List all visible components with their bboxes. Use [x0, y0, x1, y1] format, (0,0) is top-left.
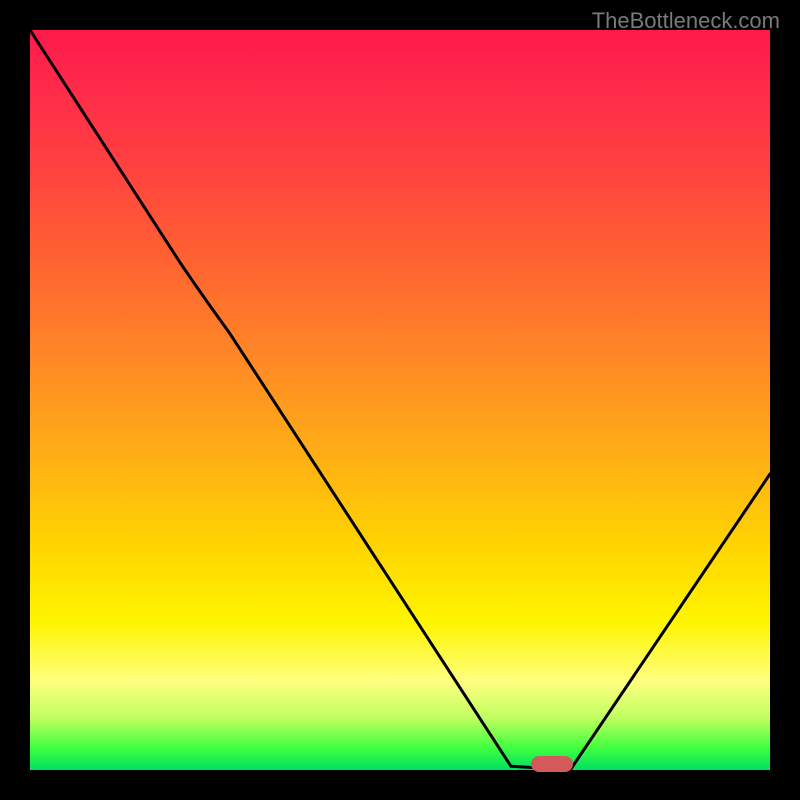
- optimal-point-marker: [531, 756, 573, 772]
- bottleneck-curve: [30, 30, 770, 770]
- watermark-text: TheBottleneck.com: [592, 8, 780, 34]
- chart-plot-area: [30, 30, 770, 770]
